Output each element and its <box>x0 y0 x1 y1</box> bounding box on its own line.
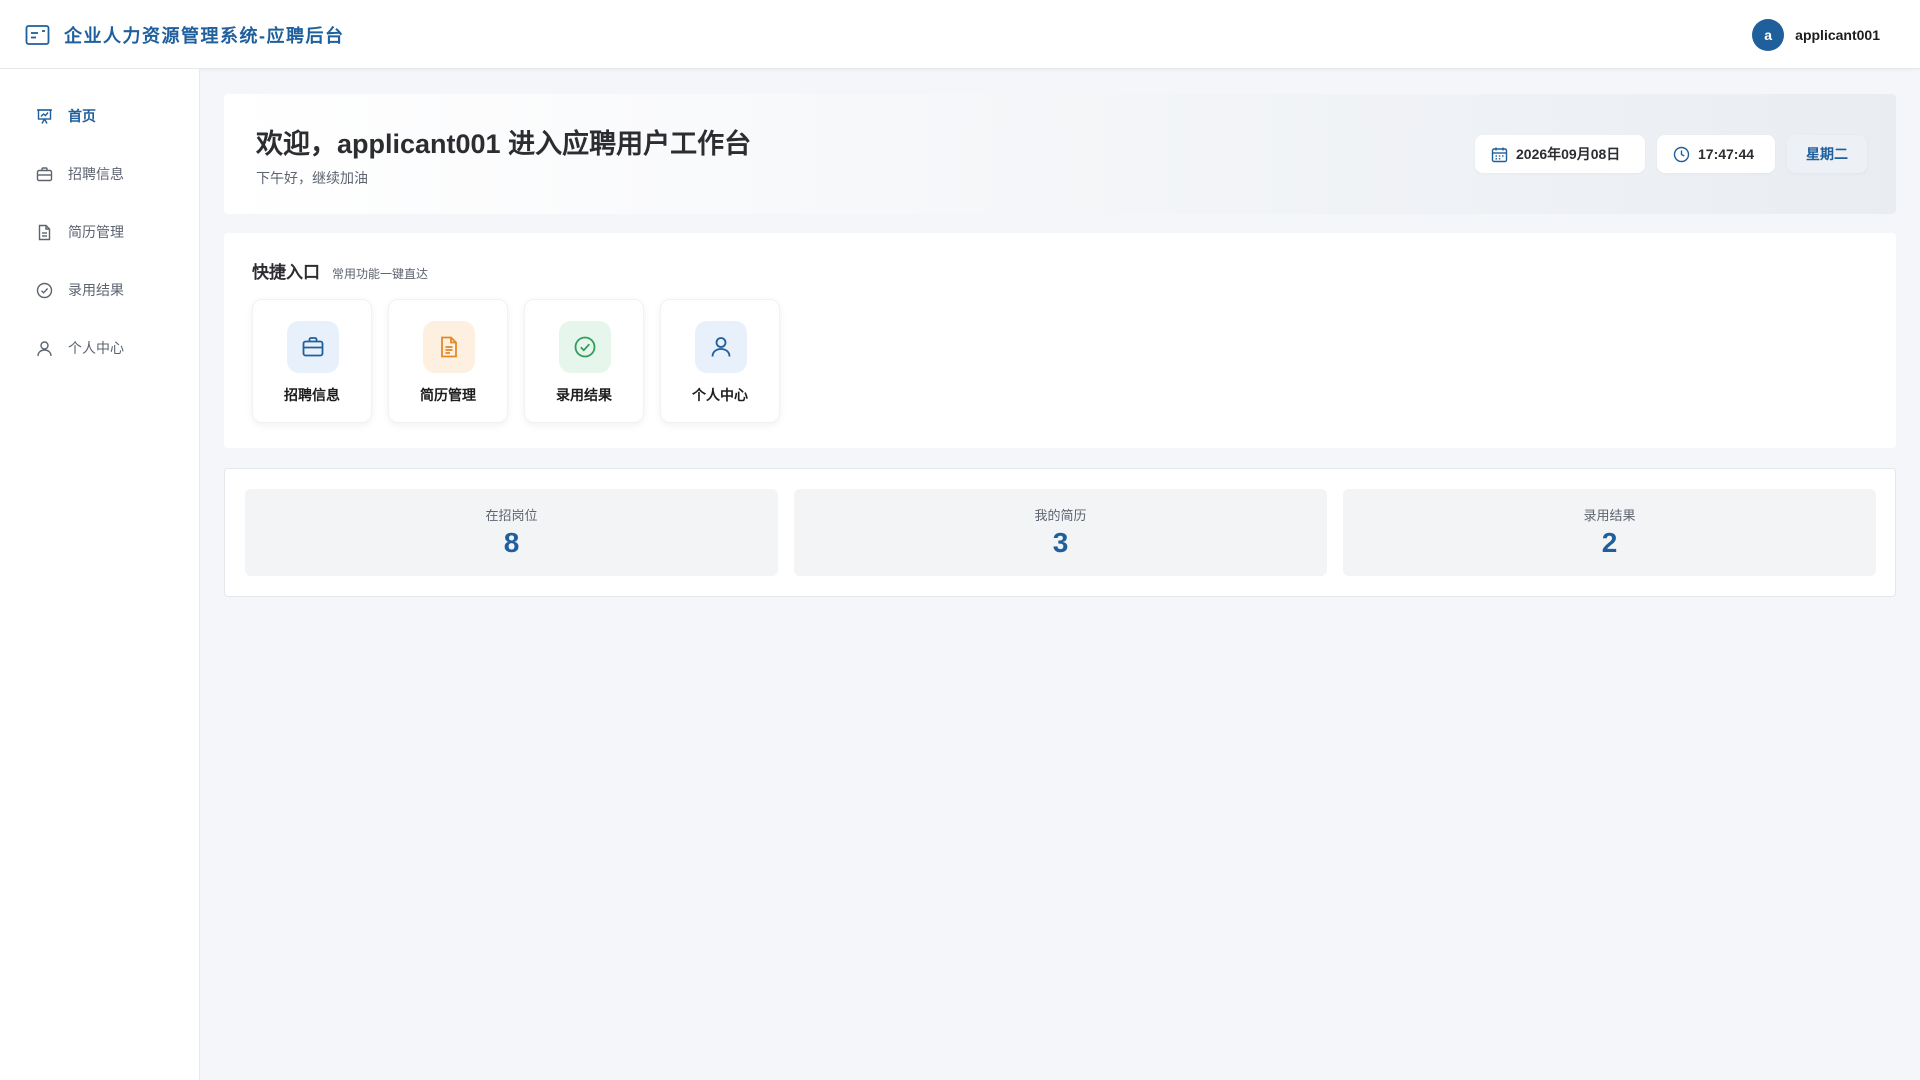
sidebar-item-label: 首页 <box>68 108 96 124</box>
id-card-icon <box>25 25 50 45</box>
quick-access-header: 快捷入口 常用功能一键直达 <box>252 258 428 283</box>
quick-card-resume[interactable]: 简历管理 <box>388 299 508 423</box>
stat-label: 我的简历 <box>1034 508 1087 523</box>
app-title: 企业人力资源管理系统-应聘后台 <box>64 26 345 46</box>
user-icon <box>35 339 53 357</box>
briefcase-icon <box>35 165 53 183</box>
presentation-chart-icon <box>35 107 53 125</box>
user-icon <box>695 321 747 373</box>
user-menu[interactable]: a applicant001 <box>1752 18 1880 52</box>
sidebar-item-results[interactable]: 录用结果 <box>0 270 199 310</box>
welcome-title: 欢迎，applicant001 进入应聘用户工作台 <box>256 129 752 159</box>
quick-card-jobs[interactable]: 招聘信息 <box>252 299 372 423</box>
stat-my-resumes: 我的简历 3 <box>794 489 1327 576</box>
sidebar-item-home[interactable]: 首页 <box>0 96 199 136</box>
quick-card-label: 个人中心 <box>692 387 748 403</box>
weekday-badge: 星期二 <box>1787 135 1867 173</box>
sidebar-item-label: 录用结果 <box>68 282 124 298</box>
date-text: 2026年09月08日 <box>1516 146 1621 162</box>
quick-card-results[interactable]: 录用结果 <box>524 299 644 423</box>
weekday-text: 星期二 <box>1806 146 1848 162</box>
welcome-subtitle: 下午好，继续加油 <box>256 170 368 186</box>
briefcase-icon <box>287 321 339 373</box>
quick-access-panel: 快捷入口 常用功能一键直达 招聘信息 简历管理 录用结果 个人中心 <box>224 233 1896 448</box>
document-icon <box>423 321 475 373</box>
sidebar-item-label: 招聘信息 <box>68 166 124 182</box>
avatar[interactable]: a <box>1752 19 1785 51</box>
quick-access-subtitle: 常用功能一键直达 <box>332 267 429 281</box>
time-text: 17:47:44 <box>1698 146 1755 162</box>
quick-access-title: 快捷入口 <box>252 263 320 282</box>
sidebar: 首页 招聘信息 简历管理 录用结果 个人中心 <box>0 69 200 1080</box>
time-badge: 17:47:44 <box>1657 135 1775 173</box>
check-circle-icon <box>35 281 53 299</box>
clock-icon <box>1673 146 1690 163</box>
document-icon <box>35 223 53 241</box>
username[interactable]: applicant001 <box>1795 27 1880 43</box>
stat-value: 8 <box>503 527 520 558</box>
sidebar-item-label: 个人中心 <box>68 340 124 356</box>
date-badge: 2026年09月08日 <box>1475 135 1645 173</box>
stat-open-positions: 在招岗位 8 <box>245 489 778 576</box>
calendar-icon <box>1491 146 1508 163</box>
quick-card-profile[interactable]: 个人中心 <box>660 299 780 423</box>
quick-card-label: 录用结果 <box>556 387 612 403</box>
sidebar-item-resume[interactable]: 简历管理 <box>0 212 199 252</box>
sidebar-item-label: 简历管理 <box>68 224 124 240</box>
stats-panel: 在招岗位 8 我的简历 3 录用结果 2 <box>224 468 1896 597</box>
stat-hire-results: 录用结果 2 <box>1343 489 1876 576</box>
stat-label: 录用结果 <box>1583 508 1636 523</box>
top-header: 企业人力资源管理系统-应聘后台 a applicant001 <box>0 0 1920 69</box>
stat-label: 在招岗位 <box>485 508 538 523</box>
quick-card-label: 招聘信息 <box>284 387 340 403</box>
welcome-banner: 欢迎，applicant001 进入应聘用户工作台 下午好，继续加油 2026年… <box>224 94 1896 214</box>
stat-value: 3 <box>1052 527 1069 558</box>
check-circle-icon <box>559 321 611 373</box>
quick-card-label: 简历管理 <box>420 387 476 403</box>
sidebar-item-jobs[interactable]: 招聘信息 <box>0 154 199 194</box>
stat-value: 2 <box>1601 527 1618 558</box>
sidebar-item-profile[interactable]: 个人中心 <box>0 328 199 368</box>
